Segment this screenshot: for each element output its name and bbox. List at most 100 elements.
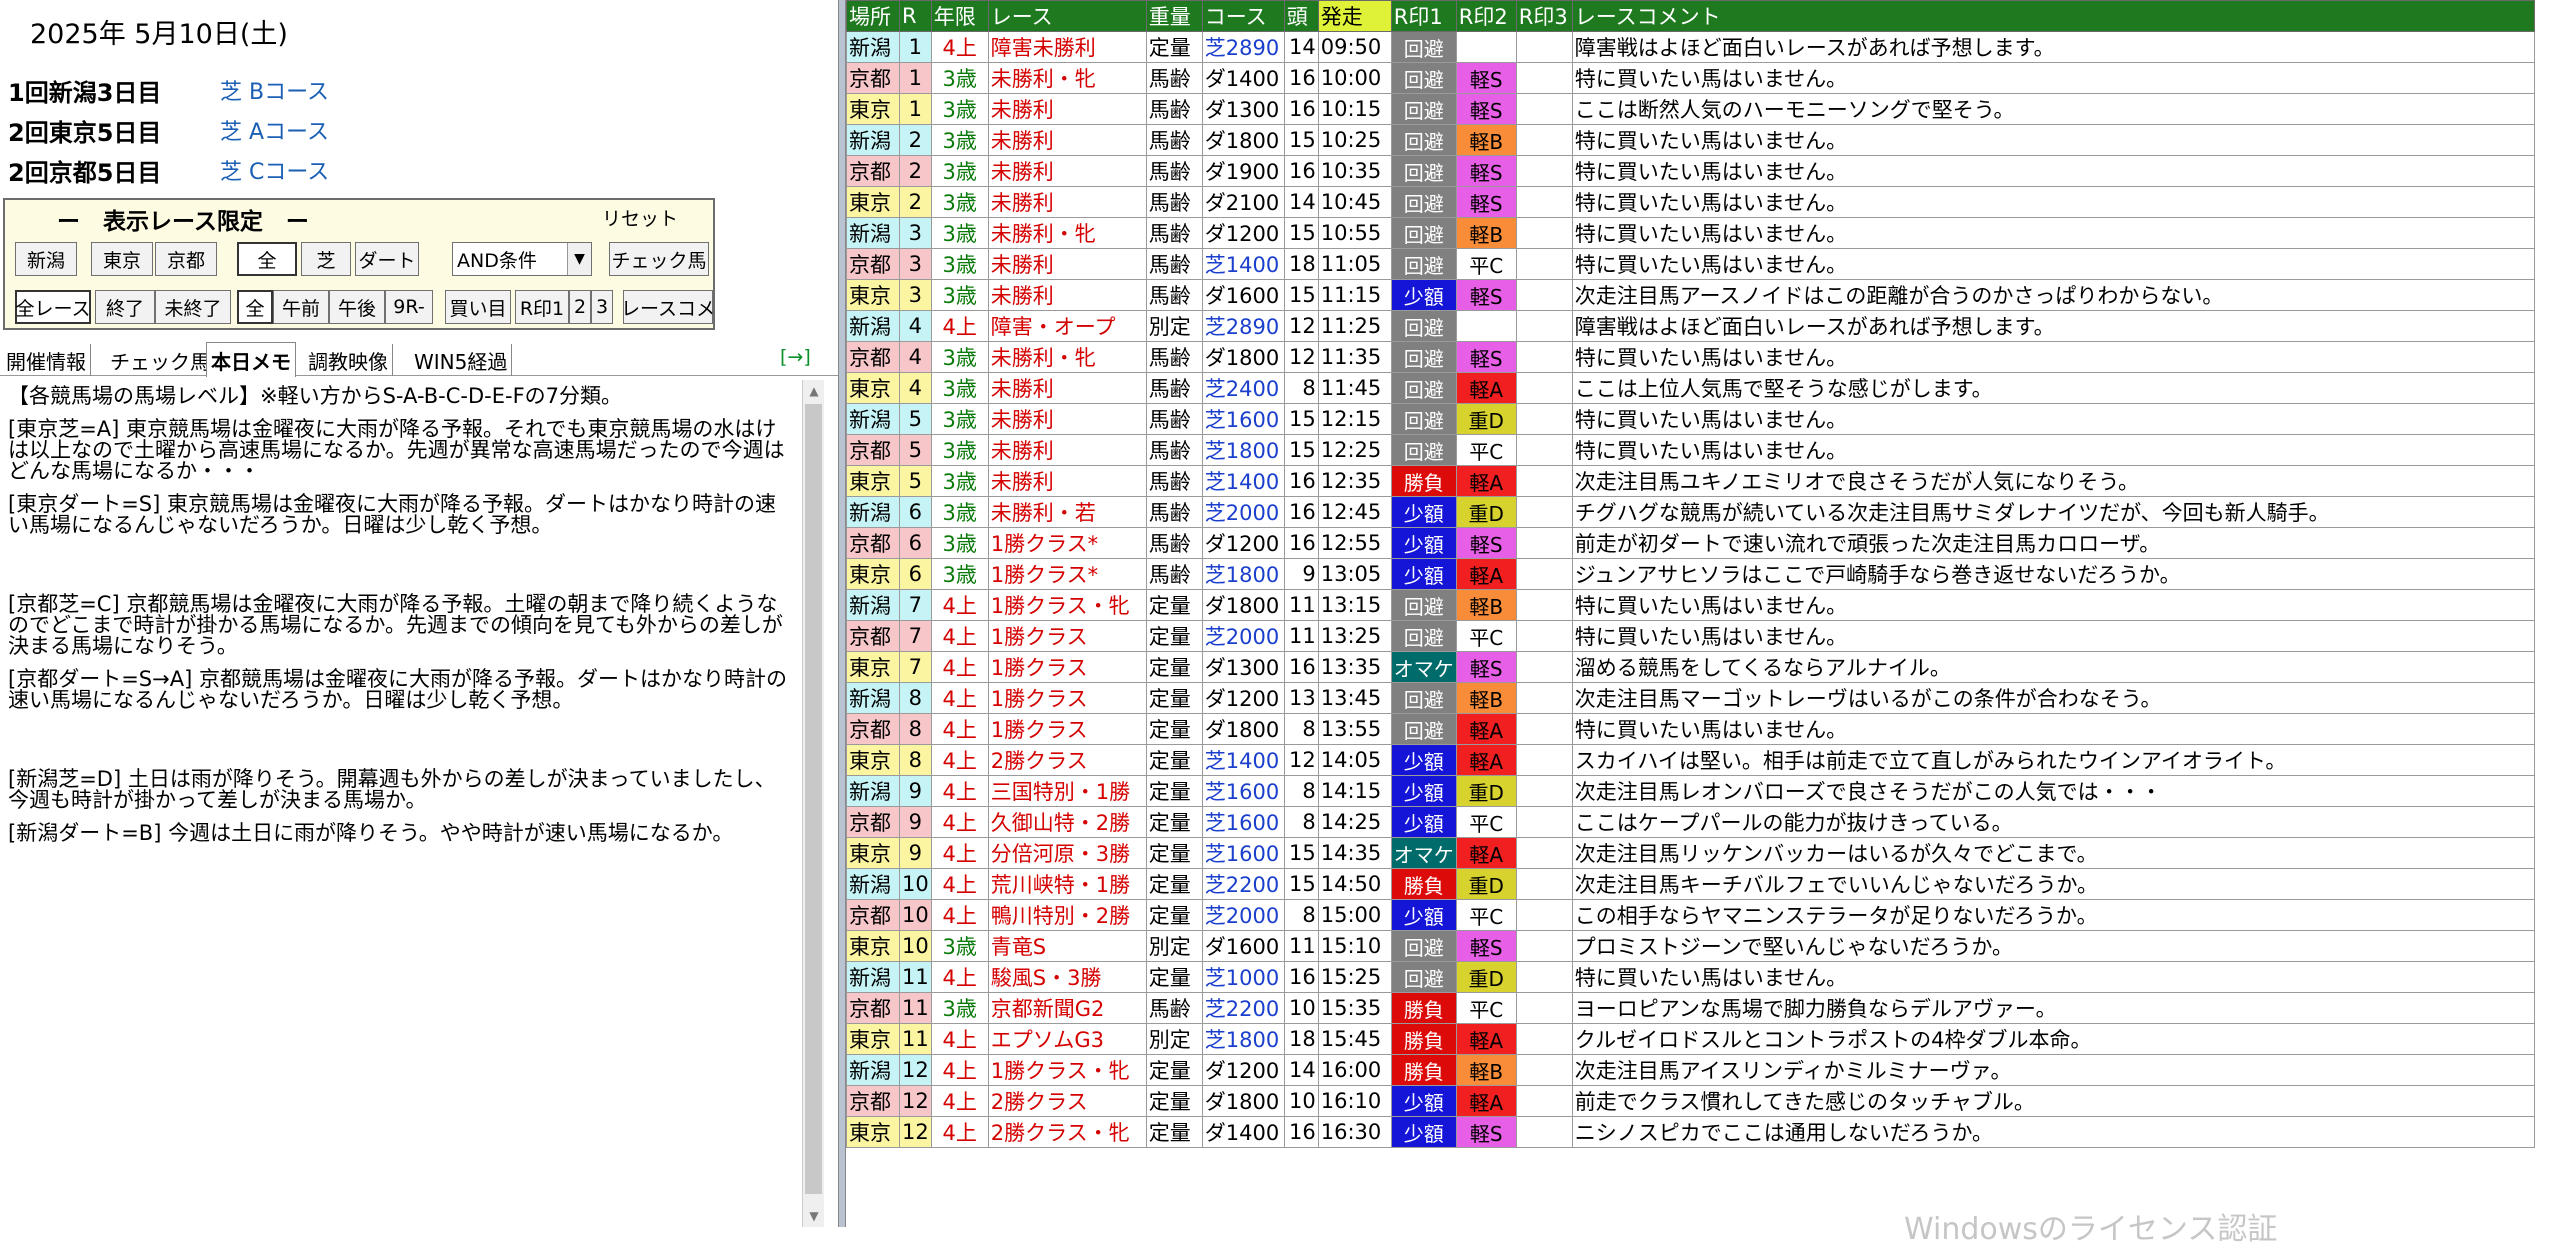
mark3-cell[interactable]: [1515, 806, 1573, 838]
course-cell[interactable]: 芝2000: [1201, 496, 1285, 528]
age-cell[interactable]: 4上: [930, 1116, 989, 1148]
race-name-cell[interactable]: 未勝利・牝: [987, 62, 1147, 94]
mark1-cell[interactable]: 少額: [1390, 496, 1457, 528]
race-comment-cell[interactable]: 特に買いたい馬はいません。: [1571, 961, 2535, 993]
table-row[interactable]: 新潟 7 4上 1勝クラス・牝 定量 ダ1800 11 13:15 回避 軽B 特に買いたい馬はいま…: [846, 589, 2535, 621]
table-row[interactable]: 京都 3 3歳 未勝利 馬齢 芝1400 18 11:05 回避 平C 特に買いたい馬はいません。: [846, 248, 2535, 280]
mark3-cell[interactable]: [1515, 1023, 1573, 1055]
course-cell[interactable]: ダ1400: [1201, 62, 1285, 94]
mark1-cell[interactable]: 回避: [1390, 217, 1457, 249]
table-row[interactable]: 新潟 1 4上 障害未勝利 定量 芝2890 14 09:50 回避 障害戦はよほど面白いレースが…: [846, 31, 2535, 63]
race-comment-cell[interactable]: 特に買いたい馬はいません。: [1571, 155, 2535, 187]
table-row[interactable]: 京都 2 3歳 未勝利 馬齢 ダ1900 16 10:35 回避 軽S 特に買いたい馬はいません。: [846, 155, 2535, 187]
mark1-cell[interactable]: 回避: [1390, 713, 1457, 745]
tab-meeting-info[interactable]: 開催情報: [2, 344, 91, 376]
mark2-cell[interactable]: 軽A: [1455, 837, 1517, 869]
race-name-cell[interactable]: 青竜S: [987, 930, 1147, 962]
start-time-cell[interactable]: 14:50: [1317, 868, 1392, 900]
course-cell[interactable]: 芝1400: [1201, 465, 1285, 497]
weight-cell[interactable]: 定量: [1145, 620, 1203, 652]
age-cell[interactable]: 3歳: [930, 62, 989, 94]
mark1-cell[interactable]: 回避: [1390, 589, 1457, 621]
race-number-cell[interactable]: 7: [899, 620, 932, 652]
table-row[interactable]: 新潟 5 3歳 未勝利 馬齢 芝1600 15 12:15 回避 重D 特に買いたい馬はいません。: [846, 403, 2535, 435]
race-number-cell[interactable]: 9: [899, 775, 932, 807]
table-row[interactable]: 東京 1 3歳 未勝利 馬齢 ダ1300 16 10:15 回避 軽S ここは断然人気のハーモニーソ…: [846, 93, 2535, 125]
weight-cell[interactable]: 馬齢: [1145, 496, 1203, 528]
race-comment-cell[interactable]: プロミストジーンで堅いんじゃないだろうか。: [1571, 930, 2535, 962]
venue-cell[interactable]: 京都: [846, 248, 900, 280]
mark1-cell[interactable]: 勝負: [1390, 1054, 1457, 1086]
race-comment-cell[interactable]: 特に買いたい馬はいません。: [1571, 403, 2535, 435]
start-time-cell[interactable]: 14:15: [1317, 775, 1392, 807]
mark2-cell[interactable]: 重D: [1455, 868, 1517, 900]
runners-cell[interactable]: 11: [1283, 589, 1319, 621]
race-name-cell[interactable]: 1勝クラス: [987, 713, 1147, 745]
weight-cell[interactable]: 定量: [1145, 682, 1203, 714]
age-cell[interactable]: 3歳: [930, 217, 989, 249]
mark1-cell[interactable]: 回避: [1390, 62, 1457, 94]
weight-cell[interactable]: 定量: [1145, 651, 1203, 683]
runners-cell[interactable]: 15: [1283, 279, 1319, 311]
mark2-cell[interactable]: 軽B: [1455, 589, 1517, 621]
mark2-cell[interactable]: 平C: [1455, 899, 1517, 931]
course-cell[interactable]: 芝2000: [1201, 899, 1285, 931]
table-row[interactable]: 新潟 12 4上 1勝クラス・牝 定量 ダ1200 14 16:00 勝負 軽B 次走注目馬アイスリ…: [846, 1054, 2535, 1086]
race-comment-cell[interactable]: 特に買いたい馬はいません。: [1571, 713, 2535, 745]
course-cell[interactable]: 芝1600: [1201, 837, 1285, 869]
mark1-cell[interactable]: 少額: [1390, 1085, 1457, 1117]
race-comment-cell[interactable]: 特に買いたい馬はいません。: [1571, 341, 2535, 373]
runners-cell[interactable]: 16: [1283, 155, 1319, 187]
table-row[interactable]: 東京 12 4上 2勝クラス・牝 定量 ダ1400 16 16:30 少額 軽S ニシノスピカでここ…: [846, 1116, 2535, 1148]
mark1-cell[interactable]: 回避: [1390, 186, 1457, 218]
filter-9r-button[interactable]: 9R-: [385, 290, 433, 324]
race-comment-cell[interactable]: 障害戦はよほど面白いレースがあれば予想します。: [1571, 310, 2535, 342]
table-row[interactable]: 東京 3 3歳 未勝利 馬齢 ダ1600 15 11:15 少額 軽S 次走注目馬アースノイドはこの…: [846, 279, 2535, 311]
filter-tokyo-button[interactable]: 東京: [91, 242, 153, 276]
race-comment-cell[interactable]: 障害戦はよほど面白いレースがあれば予想します。: [1571, 31, 2535, 63]
weight-cell[interactable]: 馬齢: [1145, 279, 1203, 311]
race-number-cell[interactable]: 4: [899, 310, 932, 342]
runners-cell[interactable]: 11: [1283, 620, 1319, 652]
table-row[interactable]: 京都 4 3歳 未勝利・牝 馬齢 ダ1800 12 11:35 回避 軽S 特に買いたい馬はいません…: [846, 341, 2535, 373]
age-cell[interactable]: 4上: [930, 713, 989, 745]
venue-cell[interactable]: 東京: [846, 279, 900, 311]
race-comment-cell[interactable]: ここはケープパールの能力が抜けきっている。: [1571, 806, 2535, 838]
tab-today-memo[interactable]: 本日メモ: [206, 342, 296, 377]
race-number-cell[interactable]: 8: [899, 713, 932, 745]
chevron-down-icon[interactable]: ▼: [567, 243, 591, 275]
venue-cell[interactable]: 京都: [846, 713, 900, 745]
age-cell[interactable]: 3歳: [930, 186, 989, 218]
table-row[interactable]: 東京 7 4上 1勝クラス 定量 ダ1300 16 13:35 オマケ 軽S 溜める競馬をしてくるな…: [846, 651, 2535, 683]
race-comment-cell[interactable]: クルゼイロドスルとコントラポストの4枠ダブル本命。: [1571, 1023, 2535, 1055]
venue-cell[interactable]: 京都: [846, 527, 900, 559]
table-row[interactable]: 京都 12 4上 2勝クラス 定量 ダ1800 10 16:10 少額 軽A 前走でクラス慣れしてき…: [846, 1085, 2535, 1117]
today-memo-text[interactable]: 【各競馬場の馬場レベル】※軽い方からS-A-B-C-D-E-Fの7分類。 [東京…: [0, 380, 802, 1227]
course-cell[interactable]: 芝1400: [1201, 248, 1285, 280]
race-name-cell[interactable]: 三国特別・1勝: [987, 775, 1147, 807]
race-number-cell[interactable]: 7: [899, 589, 932, 621]
course-cell[interactable]: ダ1200: [1201, 1054, 1285, 1086]
mark2-cell[interactable]: 軽A: [1455, 372, 1517, 404]
race-comment-cell[interactable]: 次走注目馬レオンバローズで良さそうだがこの人気では・・・: [1571, 775, 2535, 807]
age-cell[interactable]: 3歳: [930, 558, 989, 590]
mark2-cell[interactable]: 軽A: [1455, 1085, 1517, 1117]
filter-surface-all-button[interactable]: 全: [237, 242, 297, 276]
runners-cell[interactable]: 13: [1283, 682, 1319, 714]
start-time-cell[interactable]: 13:05: [1317, 558, 1392, 590]
filter-morning-button[interactable]: 午前: [273, 290, 329, 324]
filter-unfinished-button[interactable]: 未終了: [155, 290, 231, 324]
race-name-cell[interactable]: 2勝クラス・牝: [987, 1116, 1147, 1148]
memo-scrollbar[interactable]: ▲ ▼: [802, 380, 824, 1227]
race-number-cell[interactable]: 2: [899, 124, 932, 156]
mark3-cell[interactable]: [1515, 930, 1573, 962]
race-number-cell[interactable]: 9: [899, 806, 932, 838]
race-name-cell[interactable]: 障害未勝利: [987, 31, 1147, 63]
table-row[interactable]: 新潟 8 4上 1勝クラス 定量 ダ1200 13 13:45 回避 軽B 次走注目馬マーゴットレー…: [846, 682, 2535, 714]
mark3-cell[interactable]: [1515, 899, 1573, 931]
weight-cell[interactable]: 馬齢: [1145, 124, 1203, 156]
mark3-cell[interactable]: [1515, 248, 1573, 280]
course-cell[interactable]: 芝1800: [1201, 434, 1285, 466]
runners-cell[interactable]: 16: [1283, 93, 1319, 125]
weight-cell[interactable]: 馬齢: [1145, 465, 1203, 497]
